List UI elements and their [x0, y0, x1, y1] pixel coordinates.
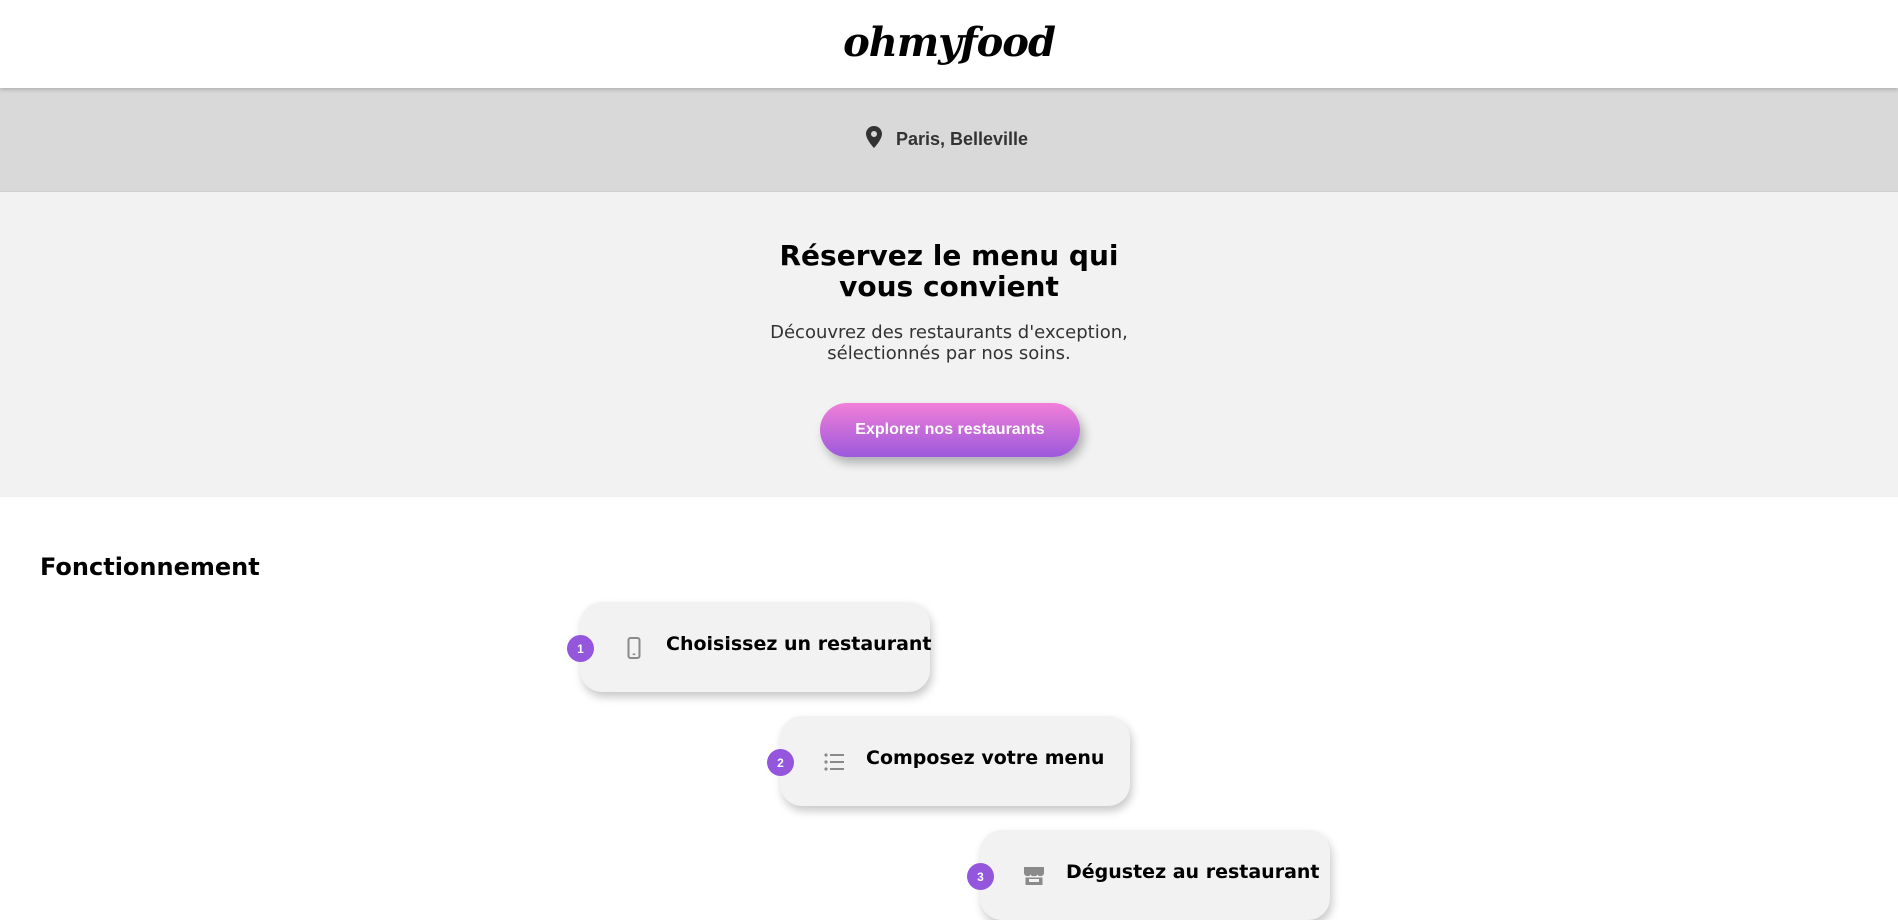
hero-title: Réservez le menu qui vous convient [779, 240, 1119, 302]
hero-title-line2: vous convient [839, 270, 1059, 303]
hero-subtitle-line2: sélectionnés par nos soins. [827, 343, 1071, 364]
map-pin-icon [865, 125, 882, 148]
hero-title-line1: Réservez le menu qui [779, 239, 1119, 272]
list-icon [824, 753, 844, 771]
step-card-3: 3 Dégustez au restaurant [967, 830, 1330, 920]
site-header: ohmyfood [0, 0, 1898, 88]
step-label: Choisissez un restaurant [666, 633, 932, 655]
hero-subtitle-line1: Découvrez des restaurants d'exception, [770, 322, 1128, 343]
step-number-badge: 3 [967, 863, 994, 890]
step-card-1: 1 Choisissez un restaurant [567, 602, 932, 692]
location-bar: Paris, Belleville [0, 88, 1898, 192]
hero-subtitle: Découvrez des restaurants d'exception, s… [739, 322, 1159, 364]
logo[interactable]: ohmyfood [843, 19, 1056, 66]
step-label: Composez votre menu [866, 747, 1105, 769]
hero-section: Réservez le menu qui vous convient Décou… [0, 192, 1898, 497]
step-number-badge: 2 [767, 749, 794, 776]
step-number-badge: 1 [567, 635, 594, 662]
location-selector[interactable]: Paris, Belleville [865, 125, 1029, 150]
step-card-2: 2 Composez votre menu [767, 716, 1130, 806]
explore-restaurants-button[interactable]: Explorer nos restaurants [820, 403, 1080, 457]
step-label: Dégustez au restaurant [1066, 861, 1320, 883]
mobile-phone-icon [627, 637, 641, 659]
how-it-works-title: Fonctionnement [40, 553, 260, 581]
store-icon [1024, 867, 1044, 885]
location-text: Paris, Belleville [895, 129, 1029, 149]
